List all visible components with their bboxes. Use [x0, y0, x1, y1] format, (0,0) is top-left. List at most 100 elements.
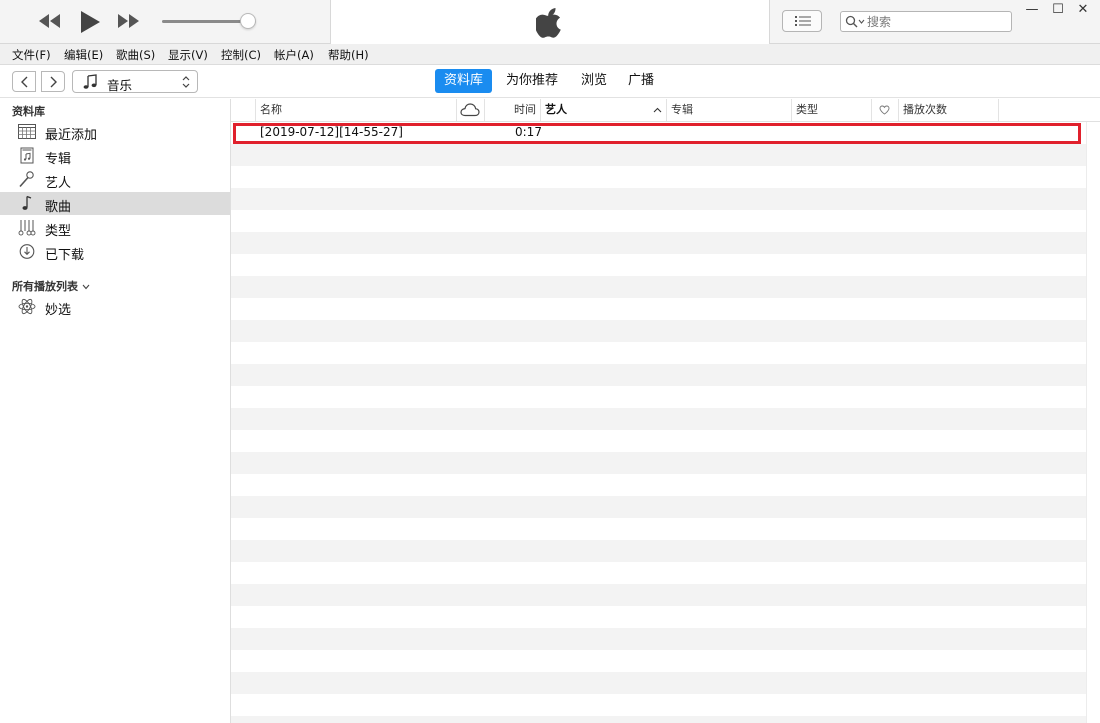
table-row	[231, 694, 1086, 716]
table-header: 名称 时间 艺人 专辑 类型 播放次数	[231, 99, 1100, 122]
navigation-bar: 音乐 资料库 为你推荐 浏览 广播	[0, 66, 1100, 98]
songs-table: 名称 时间 艺人 专辑 类型 播放次数 [2019-07-12][14-55-2…	[231, 99, 1100, 723]
menu-song[interactable]: 歌曲(S)	[116, 47, 155, 63]
sidebar-item-label: 类型	[45, 224, 72, 239]
sidebar-item-downloaded[interactable]: 已下载	[0, 240, 230, 263]
all-playlists-label: 所有播放列表	[12, 280, 78, 293]
up-down-chevron-icon	[182, 76, 190, 88]
up-next-list-button[interactable]	[782, 10, 822, 32]
close-button[interactable]: ✕	[1072, 2, 1094, 18]
table-row	[231, 650, 1086, 672]
table-row	[231, 188, 1086, 210]
table-row	[231, 210, 1086, 232]
chevron-left-icon	[21, 76, 28, 88]
column-header-cloud[interactable]	[457, 99, 485, 121]
table-row	[231, 298, 1086, 320]
chevron-right-icon	[50, 76, 57, 88]
table-row	[231, 606, 1086, 628]
sidebar-item-albums[interactable]: 专辑	[0, 144, 230, 167]
table-row	[231, 452, 1086, 474]
media-kind-selector[interactable]: 音乐	[72, 70, 198, 93]
fast-forward-button[interactable]	[116, 13, 140, 29]
sidebar-item-genius[interactable]: 妙选	[0, 295, 230, 318]
sidebar-item-recently-added[interactable]: 最近添加	[0, 120, 230, 143]
column-header-genre[interactable]: 类型	[792, 99, 872, 121]
back-button[interactable]	[12, 71, 36, 92]
close-icon: ✕	[1077, 2, 1089, 17]
transport-controls	[0, 0, 330, 44]
player-bar: — ☐ ✕	[0, 0, 1100, 44]
table-row	[231, 386, 1086, 408]
table-row	[231, 716, 1086, 723]
media-kind-label: 音乐	[107, 78, 133, 93]
menu-view[interactable]: 显示(V)	[168, 47, 208, 63]
table-row	[231, 276, 1086, 298]
genre-icon	[18, 220, 36, 236]
selection-highlight-box	[233, 123, 1081, 144]
menu-edit[interactable]: 编辑(E)	[64, 47, 103, 63]
heart-icon	[879, 105, 890, 115]
sidebar-item-label: 歌曲	[45, 200, 72, 215]
microphone-icon	[19, 171, 34, 188]
table-row	[231, 364, 1086, 386]
table-row	[231, 254, 1086, 276]
tab-library[interactable]: 资料库	[435, 69, 493, 93]
table-row	[231, 320, 1086, 342]
tab-for-you[interactable]: 为你推荐	[497, 69, 567, 93]
search-box[interactable]	[840, 11, 1012, 32]
table-row[interactable]: [2019-07-12][14-55-27] 0:17	[231, 122, 1086, 144]
apple-logo-icon	[534, 7, 564, 42]
tab-radio[interactable]: 广播	[619, 69, 663, 93]
column-header-artist[interactable]: 艺人	[541, 99, 667, 121]
vertical-scrollbar[interactable]	[1086, 122, 1100, 723]
sidebar-item-genres[interactable]: 类型	[0, 216, 230, 239]
menu-help[interactable]: 帮助(H)	[328, 47, 369, 63]
download-clock-icon	[19, 244, 35, 259]
column-header-album[interactable]: 专辑	[667, 99, 792, 121]
table-row	[231, 144, 1086, 166]
table-row	[231, 166, 1086, 188]
sidebar: 资料库 最近添加 专辑 艺人 歌曲 类型 已下载 所有播放列表 妙选	[0, 99, 231, 723]
sidebar-item-songs[interactable]: 歌曲	[0, 192, 230, 215]
sidebar-item-label: 最近添加	[45, 128, 98, 143]
menu-file[interactable]: 文件(F)	[12, 47, 51, 63]
play-icon	[81, 11, 100, 33]
column-header-plays[interactable]: 播放次数	[899, 99, 999, 121]
minimize-button[interactable]: —	[1021, 2, 1043, 18]
table-row	[231, 518, 1086, 540]
volume-slider-knob[interactable]	[240, 13, 257, 29]
column-header-name[interactable]: 名称	[256, 99, 457, 121]
play-button[interactable]	[79, 10, 101, 34]
forward-button[interactable]	[41, 71, 65, 92]
maximize-button[interactable]: ☐	[1047, 2, 1069, 18]
table-row	[231, 628, 1086, 650]
chevron-down-icon	[82, 284, 90, 290]
list-icon	[795, 16, 811, 26]
table-row	[231, 232, 1086, 254]
tab-browse[interactable]: 浏览	[572, 69, 616, 93]
table-row	[231, 474, 1086, 496]
menu-account[interactable]: 帐户(A)	[274, 47, 314, 63]
column-header-time[interactable]: 时间	[485, 99, 541, 121]
table-row	[231, 342, 1086, 364]
table-row	[231, 496, 1086, 518]
calendar-grid-icon	[18, 124, 36, 139]
table-row	[231, 562, 1086, 584]
search-input[interactable]	[867, 13, 1007, 30]
column-header-love[interactable]	[872, 99, 899, 121]
all-playlists-heading[interactable]: 所有播放列表	[12, 278, 90, 294]
library-section-heading: 资料库	[12, 105, 45, 118]
sort-ascending-icon	[653, 107, 662, 113]
rewind-button[interactable]	[38, 13, 62, 29]
maximize-icon: ☐	[1052, 2, 1064, 17]
column-header-index[interactable]	[231, 99, 256, 121]
rewind-icon	[39, 14, 60, 28]
column-header-artist-label: 艺人	[545, 103, 567, 116]
search-icon	[845, 15, 865, 28]
menu-bar: 文件(F) 编辑(E) 歌曲(S) 显示(V) 控制(C) 帐户(A) 帮助(H…	[0, 44, 1100, 65]
menu-controls[interactable]: 控制(C)	[221, 47, 261, 63]
cloud-icon	[460, 103, 480, 117]
sidebar-item-label: 已下载	[45, 248, 85, 263]
now-playing-display	[330, 0, 770, 44]
sidebar-item-artists[interactable]: 艺人	[0, 168, 230, 191]
